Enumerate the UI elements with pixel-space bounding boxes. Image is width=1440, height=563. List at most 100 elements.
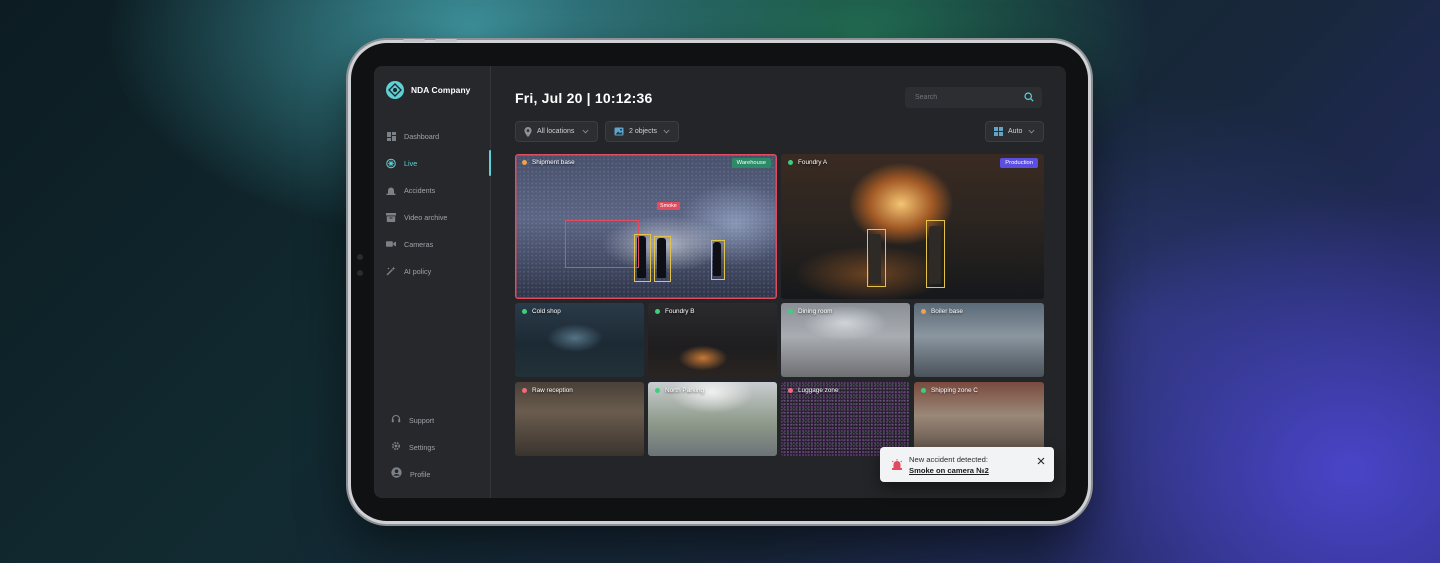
nav-item-profile[interactable]: Profile bbox=[391, 465, 430, 483]
layout-selector[interactable]: Auto bbox=[985, 121, 1044, 142]
person-detection-box bbox=[926, 220, 945, 288]
search-box[interactable] bbox=[905, 87, 1042, 108]
company-logo-icon bbox=[386, 81, 404, 99]
chevron-down-icon bbox=[1028, 129, 1035, 134]
camera-header: Foundry B bbox=[655, 308, 694, 315]
camera-header: Raw reception bbox=[522, 387, 573, 394]
camera-tile-north-parking[interactable]: North Parking bbox=[648, 382, 777, 456]
objects-filter-label: 2 objects bbox=[629, 128, 658, 135]
nav-item-cameras[interactable]: Cameras bbox=[386, 239, 433, 249]
status-dot bbox=[522, 309, 527, 314]
brand[interactable]: NDA Company bbox=[386, 81, 470, 99]
ai-policy-icon bbox=[386, 266, 396, 276]
status-dot bbox=[788, 309, 793, 314]
person-detection-box bbox=[711, 240, 725, 280]
camera-header: Luggage zone bbox=[788, 387, 839, 394]
grid-layout-icon bbox=[994, 127, 1003, 136]
status-dot bbox=[921, 388, 926, 393]
nav-label: Settings bbox=[409, 442, 435, 452]
location-filter-label: All locations bbox=[537, 128, 575, 135]
layout-selector-label: Auto bbox=[1008, 128, 1023, 135]
nav-label: Dashboard bbox=[404, 131, 440, 141]
alarm-icon bbox=[386, 185, 396, 195]
camera-name: Boiler base bbox=[931, 308, 963, 315]
status-dot bbox=[655, 309, 660, 314]
camera-name: Foundry B bbox=[665, 308, 695, 315]
person-detection-box bbox=[634, 234, 651, 282]
status-dot bbox=[921, 309, 926, 314]
camera-name: Raw reception bbox=[532, 387, 573, 394]
accident-toast[interactable]: New accident detected: Smoke on camera №… bbox=[880, 447, 1054, 482]
camera-tile-foundry-b[interactable]: Foundry B bbox=[648, 303, 777, 377]
archive-icon bbox=[386, 212, 396, 222]
camera-tile-foundry-a[interactable]: Foundry A Production bbox=[781, 154, 1044, 299]
search-icon[interactable] bbox=[1024, 92, 1034, 102]
smoke-detection-box bbox=[565, 220, 639, 268]
camera-name: Shipment base bbox=[532, 159, 575, 166]
chevron-down-icon bbox=[663, 129, 670, 134]
status-dot bbox=[655, 388, 660, 393]
nav-label: Video archive bbox=[404, 212, 448, 222]
camera-header: Cold shop bbox=[522, 308, 561, 315]
camera-name: Dining room bbox=[798, 308, 833, 315]
close-icon[interactable] bbox=[1037, 457, 1045, 465]
camera-tile-raw-reception[interactable]: Raw reception bbox=[515, 382, 644, 456]
toast-link[interactable]: Smoke on camera №2 bbox=[909, 466, 989, 475]
camera-tile-shipping-zone-c[interactable]: Shipping zone C bbox=[914, 382, 1044, 456]
toast-title: New accident detected: bbox=[909, 455, 988, 464]
camera-tile-boiler-base[interactable]: Boiler base bbox=[914, 303, 1044, 377]
camera-header: Shipment base bbox=[522, 159, 575, 166]
profile-icon bbox=[391, 465, 402, 483]
nav-item-accidents[interactable]: Accidents bbox=[386, 185, 435, 195]
nav-item-ai-policy[interactable]: AI policy bbox=[386, 266, 431, 276]
nav-item-support[interactable]: Support bbox=[391, 411, 434, 429]
person-detection-box bbox=[654, 236, 671, 282]
status-dot bbox=[788, 160, 793, 165]
search-input[interactable] bbox=[913, 93, 1022, 102]
nav-label: Live bbox=[404, 158, 418, 168]
nav-label: Accidents bbox=[404, 185, 436, 195]
gear-icon bbox=[391, 438, 401, 456]
camera-header: Boiler base bbox=[921, 308, 963, 315]
camera-name: Cold shop bbox=[532, 308, 561, 315]
location-pin-icon bbox=[524, 126, 532, 137]
objects-filter[interactable]: 2 objects bbox=[605, 121, 679, 142]
camera-header: Shipping zone C bbox=[921, 387, 978, 394]
headset-icon bbox=[391, 411, 401, 429]
nav-item-video-archive[interactable]: Video archive bbox=[386, 212, 447, 222]
camera-tile-dining-room[interactable]: Dining room bbox=[781, 303, 910, 377]
nav-label: AI policy bbox=[404, 266, 432, 276]
camera-tile-luggage-zone[interactable]: Luggage zone bbox=[781, 382, 910, 456]
volume-button bbox=[435, 39, 457, 42]
camera-lens bbox=[357, 254, 363, 260]
camera-name: Shipping zone C bbox=[931, 387, 978, 394]
camera-name: Luggage zone bbox=[798, 387, 839, 394]
camera-tile-shipment-base[interactable]: Shipment base Warehouse Smoke bbox=[515, 154, 777, 299]
status-dot bbox=[788, 388, 793, 393]
company-name: NDA Company bbox=[411, 85, 471, 95]
camera-header: Foundry A bbox=[788, 159, 827, 166]
image-objects-icon bbox=[614, 127, 624, 136]
camera-name: Foundry A bbox=[798, 159, 828, 166]
location-filter[interactable]: All locations bbox=[515, 121, 598, 142]
status-dot bbox=[522, 160, 527, 165]
tablet-device: NDA Company Dashboard Live Accidents Vid… bbox=[351, 39, 1088, 521]
nav-item-settings[interactable]: Settings bbox=[391, 438, 435, 456]
live-icon bbox=[386, 158, 396, 168]
camera-header: Dining room bbox=[788, 308, 832, 315]
nav-item-dashboard[interactable]: Dashboard bbox=[386, 131, 439, 141]
camera-lens bbox=[357, 270, 363, 276]
main-content: Fri, Jul 20 | 10:12:36 All locations 2 o… bbox=[491, 66, 1066, 498]
nav-item-live[interactable]: Live bbox=[386, 158, 417, 168]
nav-label: Support bbox=[409, 415, 435, 425]
camera-tile-cold-shop[interactable]: Cold shop bbox=[515, 303, 644, 377]
alarm-icon bbox=[891, 459, 903, 470]
chevron-down-icon bbox=[582, 129, 589, 134]
smoke-detection-label: Smoke bbox=[657, 202, 680, 210]
volume-button bbox=[403, 39, 425, 42]
current-datetime: Fri, Jul 20 | 10:12:36 bbox=[515, 90, 653, 106]
sidebar: NDA Company Dashboard Live Accidents Vid… bbox=[374, 66, 491, 498]
nav-label: Cameras bbox=[404, 239, 434, 249]
nav-label: Profile bbox=[410, 469, 431, 479]
person-detection-box bbox=[867, 229, 886, 287]
